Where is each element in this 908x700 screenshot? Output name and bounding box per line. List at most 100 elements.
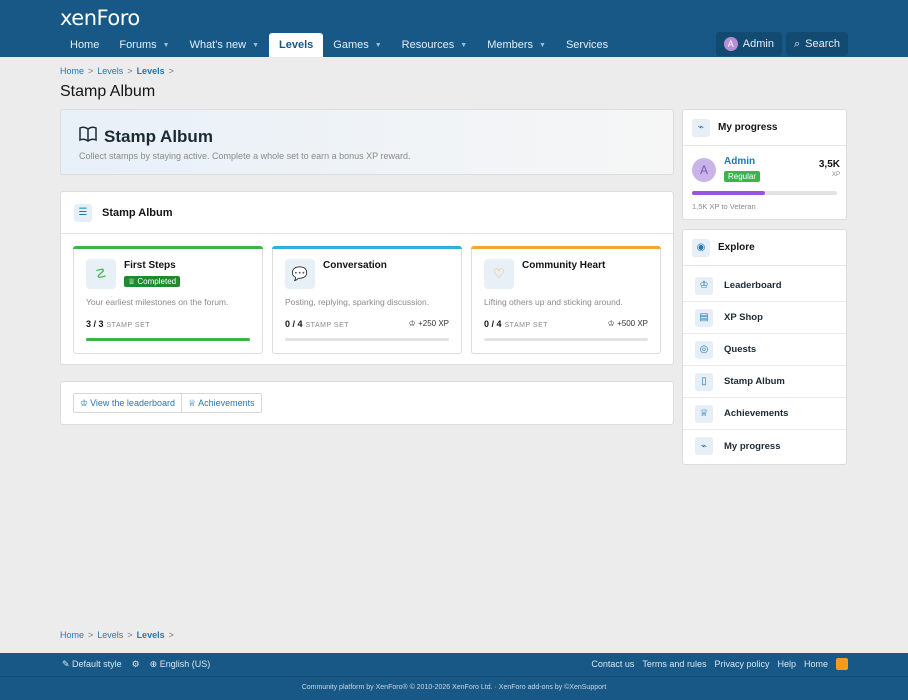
rank-badge: Regular xyxy=(724,171,761,182)
explore-item-leaderboard[interactable]: ♔ Leaderboard xyxy=(683,270,846,302)
breadcrumb-current[interactable]: Levels xyxy=(137,66,165,76)
nav-item-what-s-new[interactable]: What's new ▼ xyxy=(180,33,269,57)
nav-item-members[interactable]: Members ▼ xyxy=(477,33,556,57)
stamp-count: 0 / 4 STAMP SET xyxy=(285,319,349,329)
stamp-count-value: 3 / 3 xyxy=(86,319,104,329)
explore-header: ◉ Explore xyxy=(683,230,846,266)
link-group: ♔ View the leaderboard ♕ Achievements xyxy=(73,393,262,413)
breadcrumb-home[interactable]: Home xyxy=(60,66,84,76)
explore-item-my-progress[interactable]: ⌁ My progress xyxy=(683,430,846,462)
explore-item-achievements[interactable]: ♕ Achievements xyxy=(683,398,846,430)
breadcrumb-sep: > xyxy=(168,66,174,76)
explore-item-xp-shop[interactable]: ▤ XP Shop xyxy=(683,302,846,334)
progress-user: A Admin Regular 3,5K XP xyxy=(692,156,840,186)
stamp-count-value: 0 / 4 xyxy=(285,319,303,329)
xp-value: 3,5K xyxy=(818,159,840,170)
explore-item-quests[interactable]: ◎ Quests xyxy=(683,334,846,366)
breadcrumb-levels[interactable]: Levels xyxy=(97,630,123,640)
achievements-link[interactable]: ♕ Achievements xyxy=(180,394,261,412)
chevron-down-icon[interactable]: ▼ xyxy=(460,42,467,49)
breadcrumb-sep: > xyxy=(88,630,94,640)
explore-item-label: Stamp Album xyxy=(724,376,785,387)
card-description: Lifting others up and sticking around. xyxy=(484,297,623,307)
nav-label: Forums xyxy=(119,39,157,51)
chevron-down-icon[interactable]: ▼ xyxy=(539,42,546,49)
explore-item-label: Quests xyxy=(724,344,757,355)
achievements-link-label: Achievements xyxy=(198,398,255,408)
footer-link[interactable]: Contact us xyxy=(591,659,634,669)
footer-link[interactable]: Home xyxy=(804,659,828,669)
footer-left: ✎ Default style ⚙ ⊕ English (US) xyxy=(62,659,210,670)
avatar: A xyxy=(723,37,738,51)
search-icon: ⌕ xyxy=(793,37,801,50)
card-description: Posting, replying, sparking discussion. xyxy=(285,297,430,307)
nav-item-forums[interactable]: Forums ▼ xyxy=(109,33,179,57)
footer-link[interactable]: Help xyxy=(777,659,796,669)
stack-icon: ☰ xyxy=(74,203,92,222)
breadcrumb: Home > Levels > Levels > xyxy=(60,66,174,76)
language-chooser[interactable]: ⊕ English (US) xyxy=(150,659,211,670)
nav-item-services[interactable]: Services xyxy=(556,33,618,57)
set-progress-bar xyxy=(285,338,449,341)
account-button[interactable]: A Admin xyxy=(715,32,782,56)
nav-item-levels[interactable]: Levels xyxy=(269,33,324,57)
gear-icon[interactable]: ⚙ xyxy=(132,659,140,670)
breadcrumb-sep: > xyxy=(127,630,133,640)
card-accent xyxy=(471,246,661,249)
book-icon: ▯ xyxy=(695,372,713,391)
chevron-down-icon[interactable]: ▼ xyxy=(252,42,259,49)
stamp-icon: ♡ xyxy=(484,259,514,289)
language-label: English (US) xyxy=(159,659,211,669)
nav-item-resources[interactable]: Resources ▼ xyxy=(392,33,478,57)
hero-title-row: Stamp Album xyxy=(79,126,213,147)
stamp-set-card[interactable]: 💬 Conversation Posting, replying, sparking… xyxy=(272,246,462,354)
site-logo[interactable]: xenForo xyxy=(60,6,140,30)
xp-note: 1,5K XP to Veteran xyxy=(692,202,756,211)
leaderboard-link[interactable]: ♔ View the leaderboard xyxy=(74,394,181,412)
nav-item-games[interactable]: Games ▼ xyxy=(323,33,391,57)
reward-xp: ♔ +500 XP xyxy=(608,319,648,328)
card-title: Conversation xyxy=(323,260,387,271)
footer-links: Contact us Terms and rules Privacy policy H… xyxy=(591,658,848,670)
hero-block: Stamp Album Collect stamps by staying ac… xyxy=(60,109,674,175)
footer-link[interactable]: Terms and rules xyxy=(642,659,706,669)
progress-block: ⌁ My progress A Admin Regular 3,5K XP 1,… xyxy=(682,109,847,220)
card-accent xyxy=(73,246,263,249)
breadcrumb-levels[interactable]: Levels xyxy=(97,66,123,76)
chevron-down-icon[interactable]: ▼ xyxy=(163,42,170,49)
medal-icon: ♕ xyxy=(187,397,197,408)
nav-label: Services xyxy=(565,39,609,51)
style-chooser[interactable]: ✎ Default style xyxy=(62,659,122,670)
site-footer: ✎ Default style ⚙ ⊕ English (US) Contact… xyxy=(0,653,908,700)
rss-icon[interactable] xyxy=(836,658,848,670)
explore-item-stamp-album[interactable]: ▯ Stamp Album xyxy=(683,366,846,398)
xp-progress-fill xyxy=(692,191,765,195)
nav-label: Levels xyxy=(279,39,314,51)
copyright: Community platform by XenForo® © 2010-20… xyxy=(301,684,607,691)
stamp-set-card[interactable]: ☡ First Steps ♕ Completed Your earliest mil… xyxy=(73,246,263,354)
breadcrumb-current[interactable]: Levels xyxy=(137,630,165,640)
chevron-down-icon[interactable]: ▼ xyxy=(375,42,382,49)
stamp-count: 3 / 3 STAMP SET xyxy=(86,319,150,329)
trophy-icon: ♔ xyxy=(607,319,615,328)
nav-label: Members xyxy=(487,39,534,51)
album-heading: Stamp Album xyxy=(102,206,173,219)
stamp-icon: 💬 xyxy=(285,259,315,289)
breadcrumb-home[interactable]: Home xyxy=(60,630,84,640)
explore-item-label: Achievements xyxy=(724,408,789,419)
avatar[interactable]: A xyxy=(692,158,716,182)
card-title: Community Heart xyxy=(522,260,606,271)
account-label: Admin xyxy=(742,38,774,50)
search-button[interactable]: ⌕ Search xyxy=(785,32,848,56)
nav-right: A Admin ⌕ Search xyxy=(715,32,848,56)
nav-item-home[interactable]: Home xyxy=(60,33,109,57)
hero-title: Stamp Album xyxy=(104,126,213,146)
set-progress-bar xyxy=(86,338,250,341)
card-accent xyxy=(272,246,462,249)
breadcrumb-sep: > xyxy=(168,630,174,640)
footer-link[interactable]: Privacy policy xyxy=(714,659,769,669)
stamp-set-card[interactable]: ♡ Community Heart Lifting others up and st… xyxy=(471,246,661,354)
medal-icon: ♕ xyxy=(695,404,713,423)
progress-username[interactable]: Admin xyxy=(724,156,755,167)
footer-divider xyxy=(0,676,908,677)
